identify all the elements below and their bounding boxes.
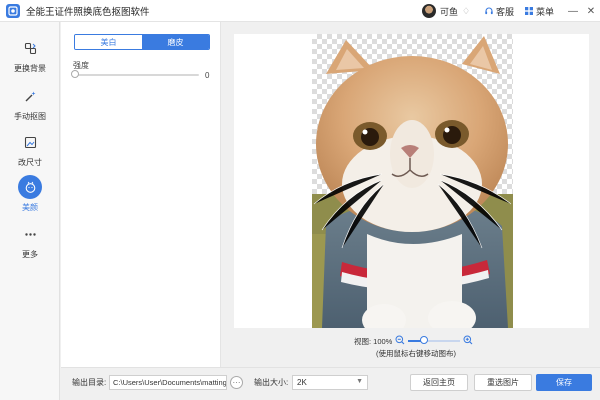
app-title: 全能王证件照换底色抠图软件 [26, 6, 150, 18]
beauty-face-icon [18, 175, 42, 199]
sidebar-item-beauty[interactable]: 美颜 [0, 175, 60, 213]
zoom-label: 视图: 100% [354, 337, 393, 346]
sidebar-item-label: 改尺寸 [18, 158, 42, 167]
title-bar: 全能王证件照换底色抠图软件 可鱼 ♢ 客服 菜单 — ✕ [0, 0, 600, 22]
strength-slider-track[interactable] [75, 74, 199, 76]
sidebar-item-label: 美颜 [22, 203, 38, 212]
sidebar-item-change-background[interactable]: 更换背景 [0, 36, 60, 74]
zoom-controls: 视图: 100% [0, 335, 600, 347]
output-size-value: 2K [297, 378, 307, 387]
sidebar-item-resize[interactable]: 改尺寸 [0, 130, 60, 168]
minimize-button[interactable]: — [564, 0, 582, 22]
beauty-settings-panel: 美白 磨皮 强度 0 [61, 22, 221, 367]
sidebar-item-manual-matting[interactable]: 手动抠图 [0, 84, 60, 122]
back-home-button[interactable]: 返回主页 [410, 374, 468, 391]
tab-skin-smoothing[interactable]: 磨皮 [142, 35, 209, 49]
headset-icon [485, 7, 493, 15]
sidebar-item-label: 更换背景 [14, 64, 46, 73]
chevron-down-icon: ▼ [356, 378, 363, 385]
zoom-out-icon[interactable] [395, 335, 405, 345]
strength-value: 0 [205, 71, 210, 80]
app-logo-icon [6, 3, 20, 18]
customer-service-label: 客服 [495, 6, 514, 17]
user-avatar[interactable] [421, 4, 436, 18]
sidebar-item-label: 手动抠图 [14, 112, 46, 121]
output-dir-label: 输出目录: [72, 378, 107, 387]
tab-whitening[interactable]: 美白 [75, 35, 142, 49]
output-size-label: 输出大小: [254, 378, 289, 387]
strength-slider-handle[interactable] [71, 70, 79, 78]
zoom-hint: (使用鼠标右键移动图布) [376, 349, 456, 358]
sidebar-item-more[interactable]: 更多 [0, 222, 60, 260]
grid-menu-icon [524, 7, 533, 15]
zoom-slider-handle[interactable] [419, 336, 428, 344]
more-dots-icon [18, 222, 42, 246]
zoom-in-icon[interactable] [463, 335, 473, 345]
beauty-mode-tabs: 美白 磨皮 [74, 34, 210, 50]
close-button[interactable]: ✕ [582, 0, 600, 22]
user-name[interactable]: 可鱼 [440, 5, 458, 18]
menu-label: 菜单 [535, 6, 554, 17]
sidebar-item-label: 更多 [22, 250, 38, 259]
cat-photo-image[interactable] [312, 34, 513, 328]
save-button[interactable]: 保存 [536, 374, 592, 391]
output-size-select[interactable]: 2K ▼ [292, 375, 368, 390]
vip-diamond-icon[interactable]: ♢ [462, 6, 472, 16]
browse-dir-button[interactable]: ··· [230, 376, 243, 389]
customer-service-button[interactable]: 客服 [484, 5, 514, 18]
reselect-image-button[interactable]: 重选图片 [474, 374, 532, 391]
resize-image-icon [18, 130, 42, 154]
menu-button[interactable]: 菜单 [524, 5, 554, 18]
swap-background-icon [18, 36, 42, 60]
output-dir-input[interactable]: C:\Users\User\Documents\matting_ [109, 375, 227, 390]
magic-wand-icon [18, 84, 42, 108]
